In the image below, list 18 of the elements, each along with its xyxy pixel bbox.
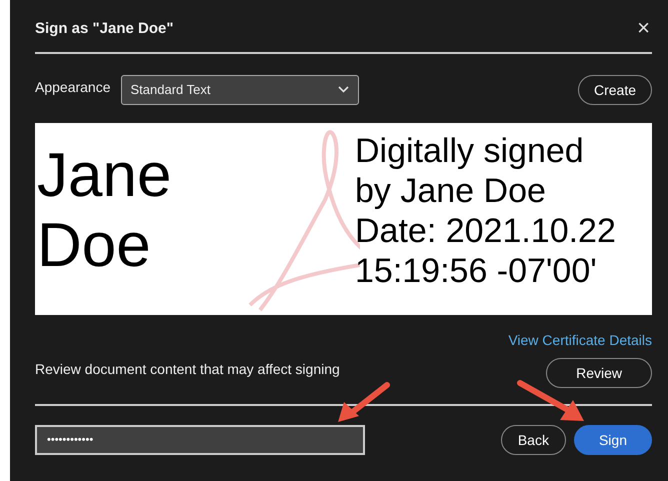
review-button[interactable]: Review <box>546 358 652 388</box>
signature-detail: by Jane Doe <box>355 171 547 211</box>
review-text: Review document content that may affect signing <box>35 361 340 377</box>
dialog-title: Sign as "Jane Doe" <box>35 20 174 36</box>
appearance-label: Appearance <box>35 78 111 94</box>
appearance-dropdown[interactable]: Standard Text <box>120 74 359 104</box>
certificate-link[interactable]: View Certificate Details <box>508 332 652 348</box>
signature-detail: Date: 2021.10.22 <box>355 211 616 251</box>
dialog-button[interactable]: Back <box>500 425 566 455</box>
close-button[interactable]: × <box>635 15 652 41</box>
signature-detail: Digitally signed <box>355 131 585 171</box>
password-field[interactable]: •••••••••••• <box>35 425 365 455</box>
signer-name: Jane <box>37 141 172 211</box>
signer-name: Doe <box>37 211 152 281</box>
signature-detail: 15:19:56 -07'00' <box>355 251 598 291</box>
chevron-icon <box>338 86 349 93</box>
create-button[interactable]: Create <box>578 74 652 104</box>
dialog-button[interactable]: Sign <box>574 425 652 455</box>
